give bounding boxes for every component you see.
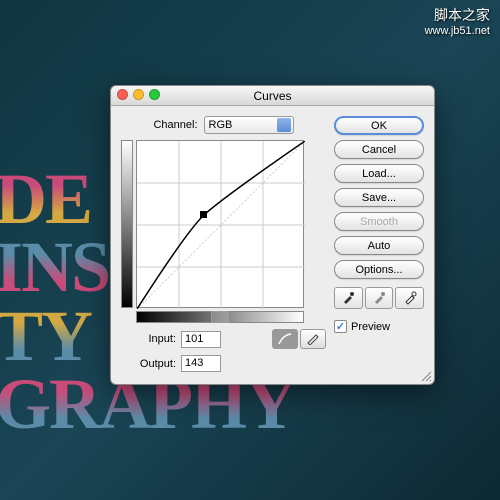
- pencil-tool-button[interactable]: [300, 329, 326, 349]
- curve-point-icon: [200, 211, 207, 218]
- cancel-button[interactable]: Cancel: [334, 140, 424, 159]
- curves-dialog: Curves Channel: RGB: [110, 85, 435, 385]
- minimize-icon[interactable]: [133, 89, 144, 100]
- output-field[interactable]: 143: [181, 355, 221, 372]
- preview-label: Preview: [351, 321, 390, 333]
- options-button[interactable]: Options...: [334, 260, 424, 279]
- input-label: Input:: [121, 333, 176, 345]
- input-gradient[interactable]: [136, 311, 304, 323]
- ok-button[interactable]: OK: [334, 116, 424, 135]
- dialog-title: Curves: [253, 89, 291, 103]
- curve-graph[interactable]: [136, 140, 304, 308]
- input-field[interactable]: 101: [181, 331, 221, 348]
- gradient-handle-icon[interactable]: [211, 311, 229, 323]
- channel-select[interactable]: RGB: [204, 116, 294, 134]
- close-icon[interactable]: [117, 89, 128, 100]
- dialog-titlebar[interactable]: Curves: [111, 86, 434, 106]
- channel-label: Channel:: [153, 119, 197, 131]
- curve-tool-button[interactable]: [272, 329, 298, 349]
- resize-handle-icon[interactable]: [420, 370, 432, 382]
- smooth-button: Smooth: [334, 212, 424, 231]
- output-gradient: [121, 140, 133, 308]
- load-button[interactable]: Load...: [334, 164, 424, 183]
- white-eyedropper-button[interactable]: [395, 287, 424, 309]
- watermark: 脚本之家 www.jb51.net: [425, 5, 490, 37]
- zoom-icon[interactable]: [149, 89, 160, 100]
- gray-eyedropper-button[interactable]: [365, 287, 394, 309]
- black-eyedropper-button[interactable]: [334, 287, 363, 309]
- preview-checkbox[interactable]: ✓: [334, 320, 347, 333]
- output-label: Output:: [121, 358, 176, 370]
- auto-button[interactable]: Auto: [334, 236, 424, 255]
- save-button[interactable]: Save...: [334, 188, 424, 207]
